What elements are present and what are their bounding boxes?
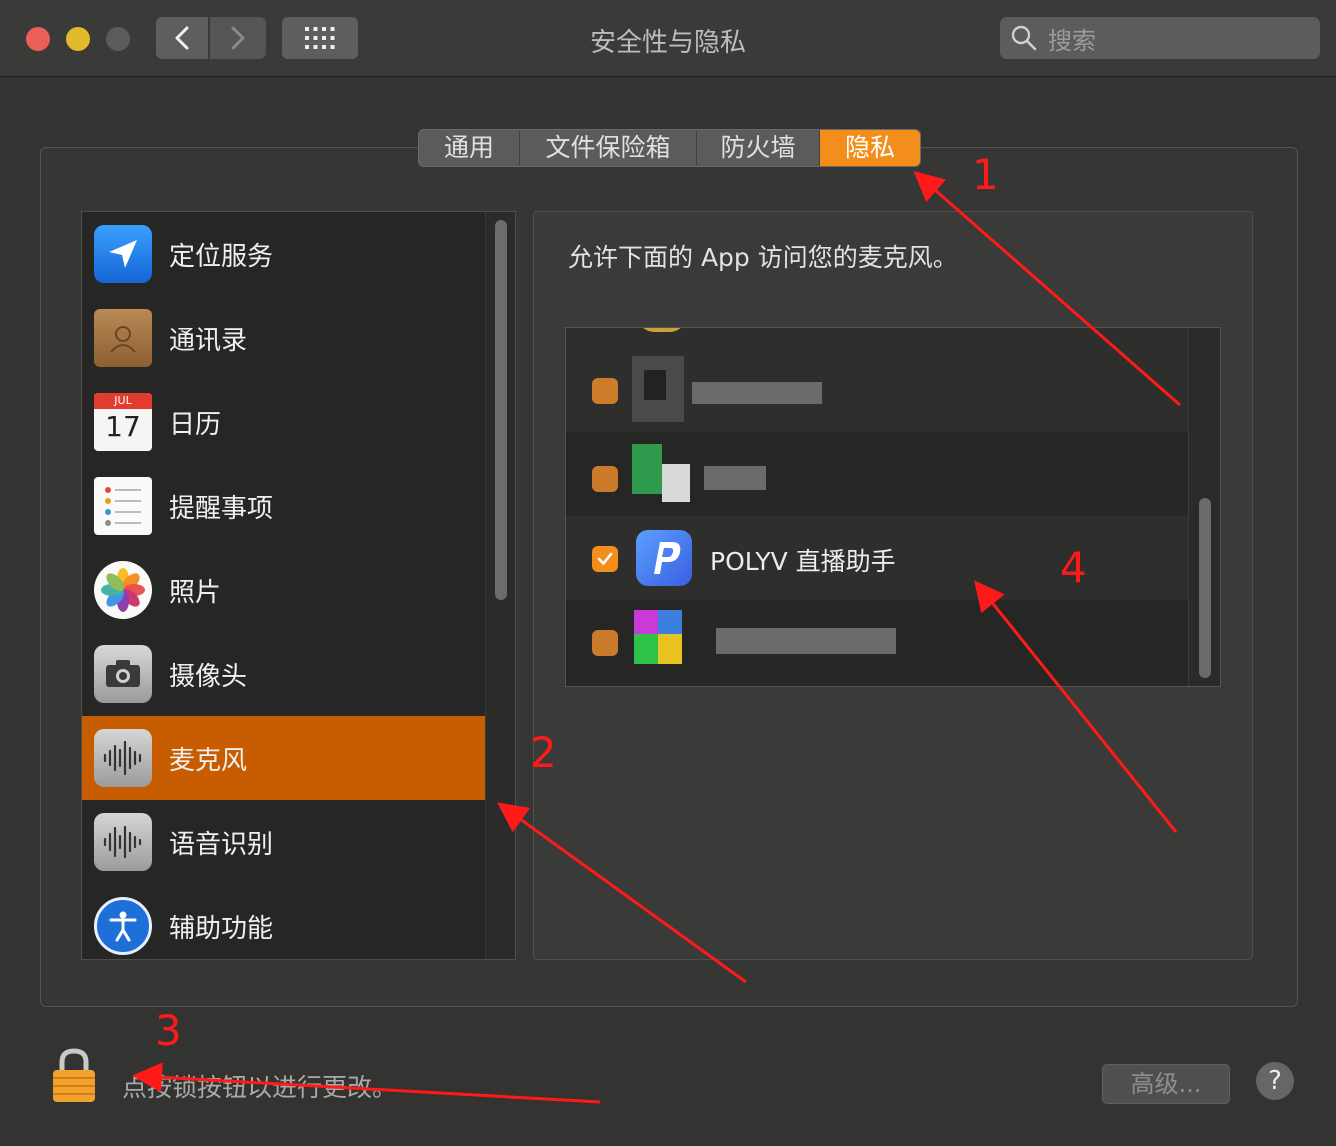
pixelated-app-icon bbox=[632, 444, 662, 494]
sidebar-item-accessibility[interactable]: 辅助功能 bbox=[82, 884, 485, 959]
reminders-icon bbox=[94, 477, 152, 535]
pixelated-app-icon bbox=[638, 328, 686, 332]
app-name: POLYV 直播助手 bbox=[710, 547, 896, 576]
list-item[interactable] bbox=[566, 348, 1188, 432]
app-list: POLYV 直播助手 bbox=[565, 327, 1221, 687]
search-field[interactable]: 搜索 bbox=[1000, 17, 1320, 59]
microphone-wave-icon bbox=[94, 729, 152, 787]
sidebar-item-label: 通讯录 bbox=[169, 325, 248, 356]
help-button[interactable]: ? bbox=[1256, 1062, 1294, 1100]
location-arrow-icon bbox=[94, 225, 152, 283]
list-item[interactable] bbox=[566, 328, 1188, 348]
contacts-book-icon bbox=[94, 309, 152, 367]
sidebar-item-label: 麦克风 bbox=[169, 745, 248, 776]
pixelated-app-name bbox=[716, 628, 896, 654]
sidebar-item-speech-recognition[interactable]: 语音识别 bbox=[82, 800, 485, 884]
pixelated-app-name bbox=[704, 466, 766, 490]
pixelated-checkbox[interactable] bbox=[592, 466, 618, 492]
sidebar-item-location[interactable]: 定位服务 bbox=[82, 212, 485, 296]
checkmark-icon bbox=[597, 552, 613, 565]
calendar-day: 17 bbox=[105, 410, 141, 443]
sidebar-scrollbar[interactable] bbox=[485, 212, 515, 959]
accessibility-icon bbox=[94, 897, 152, 955]
sidebar-item-reminders[interactable]: 提醒事项 bbox=[82, 464, 485, 548]
tab-general[interactable]: 通用 bbox=[419, 130, 520, 166]
sidebar-item-label: 语音识别 bbox=[169, 829, 274, 860]
title-bar: 安全性与隐私 搜索 bbox=[0, 0, 1336, 77]
sidebar-item-label: 提醒事项 bbox=[169, 493, 274, 524]
sidebar-item-calendar[interactable]: JUL 17 日历 bbox=[82, 380, 485, 464]
sidebar-item-label: 照片 bbox=[169, 577, 222, 608]
pixelated-block bbox=[658, 634, 682, 664]
tab-firewall[interactable]: 防火墙 bbox=[697, 130, 820, 166]
annotation-marker-4: 4 bbox=[1060, 543, 1087, 592]
tab-filevault[interactable]: 文件保险箱 bbox=[520, 130, 697, 166]
tab-privacy[interactable]: 隐私 bbox=[820, 130, 920, 166]
list-item[interactable] bbox=[566, 600, 1188, 684]
polyv-p-icon bbox=[636, 530, 692, 586]
preferences-window: 安全性与隐私 搜索 通用 文件保险箱 防火墙 隐私 定位服务 通讯录 JUL 1… bbox=[0, 0, 1336, 1146]
sidebar-item-label: 摄像头 bbox=[169, 661, 248, 692]
advanced-button[interactable]: 高级... bbox=[1102, 1064, 1230, 1104]
calendar-month: JUL bbox=[94, 393, 152, 409]
annotation-marker-2: 2 bbox=[530, 728, 557, 777]
pixelated-app-name bbox=[692, 382, 822, 404]
speech-wave-icon bbox=[94, 813, 152, 871]
photos-icon bbox=[94, 561, 152, 619]
lock-hint-text: 点按锁按钮以进行更改。 bbox=[122, 1073, 398, 1102]
pixelated-block bbox=[658, 610, 682, 634]
app-list-scroll-thumb[interactable] bbox=[1199, 498, 1211, 678]
sidebar-item-camera[interactable]: 摄像头 bbox=[82, 632, 485, 716]
pixelated-checkbox[interactable] bbox=[592, 378, 618, 404]
pixelated-block bbox=[634, 634, 658, 664]
camera-icon bbox=[94, 645, 152, 703]
pixelated-checkbox[interactable] bbox=[592, 630, 618, 656]
pixelated-block bbox=[644, 370, 666, 400]
privacy-category-list: 定位服务 通讯录 JUL 17 日历 提醒事项 照片 摄像头 麦克风 语音识别 … bbox=[81, 211, 516, 960]
polyv-checkbox[interactable] bbox=[592, 546, 618, 572]
sidebar-item-label: 定位服务 bbox=[169, 241, 274, 272]
search-icon bbox=[1011, 25, 1037, 51]
search-placeholder: 搜索 bbox=[1048, 26, 1096, 55]
pixelated-block bbox=[662, 464, 690, 502]
permission-description: 允许下面的 App 访问您的麦克风。 bbox=[568, 243, 958, 272]
calendar-icon: JUL 17 bbox=[94, 393, 152, 451]
tab-bar: 通用 文件保险箱 防火墙 隐私 bbox=[418, 129, 921, 167]
sidebar-scroll-thumb[interactable] bbox=[495, 220, 507, 600]
app-list-scrollbar[interactable] bbox=[1188, 328, 1220, 686]
list-item-polyv[interactable]: POLYV 直播助手 bbox=[566, 516, 1188, 600]
sidebar-item-microphone[interactable]: 麦克风 bbox=[82, 716, 485, 800]
lock-icon[interactable] bbox=[50, 1048, 98, 1104]
pixelated-app-icon bbox=[634, 610, 658, 634]
sidebar-item-photos[interactable]: 照片 bbox=[82, 548, 485, 632]
annotation-marker-3: 3 bbox=[155, 1006, 182, 1055]
sidebar-item-label: 辅助功能 bbox=[169, 913, 274, 944]
sidebar-item-contacts[interactable]: 通讯录 bbox=[82, 296, 485, 380]
list-item[interactable] bbox=[566, 432, 1188, 516]
annotation-marker-1: 1 bbox=[972, 150, 999, 199]
sidebar-item-label: 日历 bbox=[169, 409, 222, 440]
